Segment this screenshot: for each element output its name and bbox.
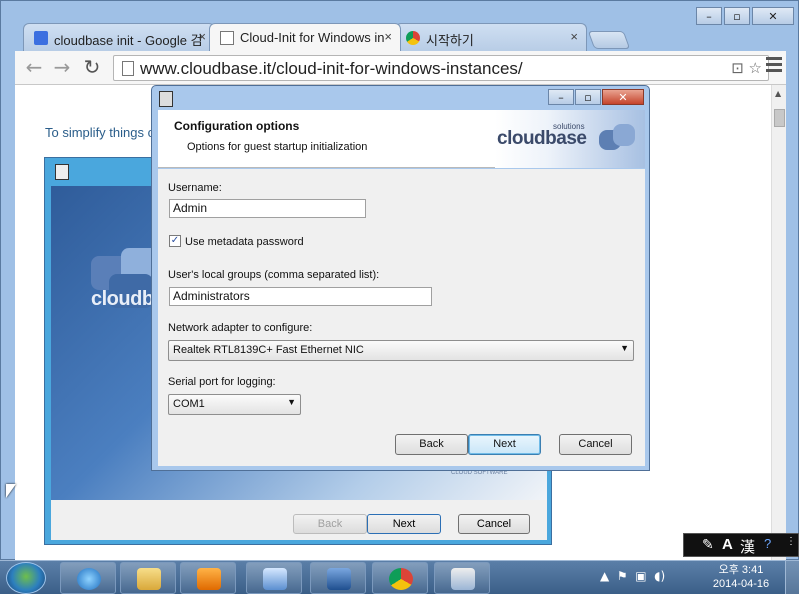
maximize-button[interactable]: ▫ (724, 7, 750, 25)
clock[interactable]: 오후 3:41 2014-04-16 (706, 563, 776, 591)
logo-text: cloudbase (497, 128, 587, 149)
cancel-button[interactable]: Cancel (559, 434, 632, 455)
menu-icon[interactable] (766, 57, 782, 75)
groups-field[interactable]: Administrators (169, 287, 432, 306)
ime-hanja[interactable]: 漢 (740, 536, 755, 557)
monitor-icon (327, 568, 351, 590)
chrome-icon (406, 31, 420, 45)
bg-next-button[interactable]: Next (367, 514, 441, 534)
google-icon (34, 31, 48, 45)
bookmark-star-icon[interactable]: ⊡ ☆ (731, 59, 762, 77)
media-player-icon (197, 568, 221, 590)
tab-close-icon[interactable]: × (384, 29, 392, 44)
installer-icon (451, 568, 475, 590)
adapter-select-value: Realtek RTL8139C+ Fast Ethernet NIC (173, 344, 364, 356)
taskbar-remote[interactable] (310, 562, 366, 594)
username-label: Username: (168, 182, 222, 194)
ime-mode[interactable]: A (722, 536, 733, 553)
taskbar-chrome[interactable] (372, 562, 428, 594)
serial-select-value: COM1 (173, 398, 205, 410)
reload-icon[interactable]: ↻ (81, 57, 103, 79)
url-text[interactable]: www.cloudbase.it/cloud-init-for-windows-… (140, 59, 523, 79)
system-tray[interactable]: ▲ ⚑ ▣ ◖) (600, 569, 665, 583)
mouse-cursor-icon (6, 484, 16, 498)
dialog-maximize-button[interactable]: ▫ (575, 89, 601, 105)
installer-icon (159, 91, 173, 107)
adapter-select[interactable]: Realtek RTL8139C+ Fast Ethernet NIC ▼ (168, 340, 634, 361)
configuration-dialog: – ▫ ✕ Configuration options Options for … (151, 85, 650, 471)
scroll-up-icon[interactable]: ▲ (775, 89, 781, 98)
chevron-down-icon: ▼ (620, 343, 629, 353)
tab-close-icon[interactable]: × (570, 29, 578, 44)
tab-title: Cloud-Init for Windows in (240, 30, 385, 45)
installer-icon (55, 164, 69, 180)
help-icon[interactable]: ? (764, 536, 771, 551)
ime-options-icon[interactable]: ⋮ (786, 536, 796, 547)
taskbar-installer[interactable] (434, 562, 490, 594)
tab-close-icon[interactable]: × (198, 29, 206, 44)
page-paragraph: To simplify things c (45, 125, 155, 140)
dialog-window-controls: – ▫ ✕ (548, 89, 644, 105)
next-button[interactable]: Next (468, 434, 541, 455)
bg-cancel-button[interactable]: Cancel (458, 514, 530, 534)
back-button[interactable]: Back (395, 434, 468, 455)
tab-title: 시작하기 (426, 33, 474, 48)
taskbar-control-panel[interactable] (246, 562, 302, 594)
username-field[interactable]: Admin (169, 199, 366, 218)
network-icon (263, 568, 287, 590)
header-logo: solutions cloudbase (495, 110, 645, 168)
use-metadata-checkbox[interactable]: ✓ (169, 235, 181, 247)
folder-icon (137, 568, 161, 590)
start-button[interactable] (6, 562, 46, 594)
taskbar-explorer[interactable] (120, 562, 176, 594)
page-icon (122, 61, 134, 76)
page-icon (220, 31, 234, 45)
dialog-subtitle: Options for guest startup initialization (187, 141, 368, 153)
page-scrollbar[interactable]: ▲ (771, 85, 786, 561)
dialog-minimize-button[interactable]: – (548, 89, 574, 105)
groups-label: User's local groups (comma separated lis… (168, 269, 380, 281)
taskbar-ie[interactable] (60, 562, 116, 594)
dialog-body: Username: Admin ✓ Use metadata password … (158, 169, 645, 466)
forward-arrow-icon[interactable]: → (51, 57, 73, 79)
dialog-close-button[interactable]: ✕ (602, 89, 644, 105)
ime-language-bar[interactable]: ✎ A 漢 ? ⋮ (683, 533, 799, 557)
serial-label: Serial port for logging: (168, 376, 276, 388)
taskbar: ▲ ⚑ ▣ ◖) 오후 3:41 2014-04-16 (0, 560, 799, 594)
chrome-icon (389, 568, 413, 590)
dialog-title: Configuration options (174, 119, 300, 133)
taskbar-media-player[interactable] (180, 562, 236, 594)
close-button[interactable]: ✕ (752, 7, 794, 25)
use-metadata-label[interactable]: Use metadata password (185, 236, 304, 248)
clock-date: 2014-04-16 (712, 578, 770, 590)
tab-cloud-init[interactable]: Cloud-Init for Windows in × (209, 23, 401, 51)
clock-time: 오후 3:41 (718, 564, 764, 576)
logo-cube (613, 124, 635, 146)
browser-toolbar: ← → ↻ www.cloudbase.it/cloud-init-for-wi… (15, 51, 786, 85)
adapter-label: Network adapter to configure: (168, 322, 313, 334)
dialog-header: Configuration options Options for guest … (158, 110, 645, 168)
serial-port-select[interactable]: COM1 ▼ (168, 394, 301, 415)
tab-strip: cloudbase init - Google 검 × Cloud-Init f… (23, 23, 631, 51)
chevron-down-icon: ▼ (287, 397, 296, 407)
tab-title: cloudbase init - Google 검 (54, 33, 203, 48)
ime-tool-icon[interactable]: ✎ (702, 536, 714, 553)
bg-back-button[interactable]: Back (293, 514, 367, 534)
tab-google-search[interactable]: cloudbase init - Google 검 × (23, 23, 215, 51)
window-controls: – ▫ ✕ (696, 7, 794, 25)
minimize-button[interactable]: – (696, 7, 722, 25)
scrollbar-thumb[interactable] (774, 109, 785, 127)
internet-explorer-icon (77, 568, 101, 590)
show-desktop-button[interactable] (785, 561, 799, 594)
tab-getting-started[interactable]: 시작하기 × (395, 23, 587, 51)
back-arrow-icon[interactable]: ← (23, 57, 45, 79)
new-tab-button[interactable] (587, 31, 631, 49)
address-bar[interactable]: www.cloudbase.it/cloud-init-for-windows-… (113, 55, 769, 81)
